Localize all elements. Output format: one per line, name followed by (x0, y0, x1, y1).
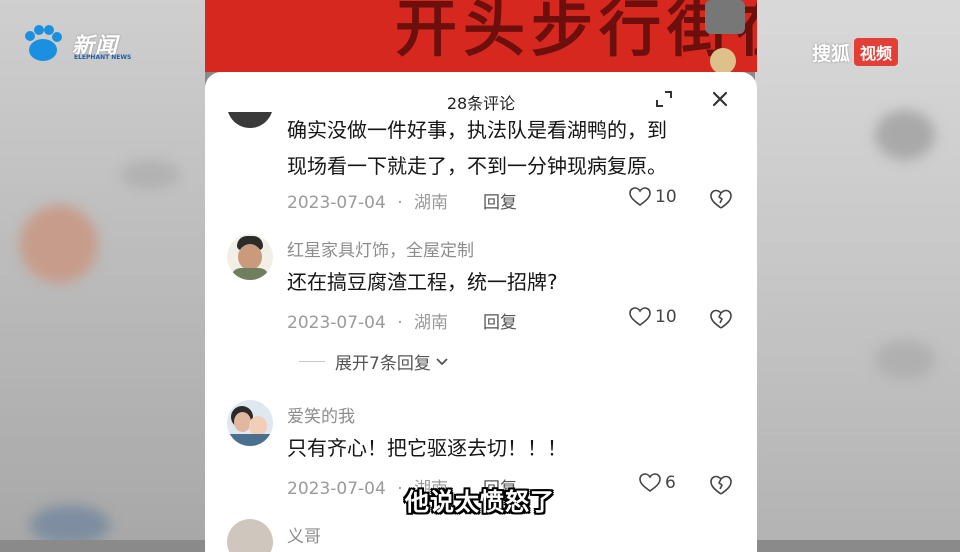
heart-icon (629, 187, 651, 206)
close-icon[interactable] (709, 88, 731, 110)
video-headline: 开头步行街在西 (395, 0, 757, 65)
comment-text-line: 还在搞豆腐渣工程，统一招牌? (287, 270, 558, 294)
comments-sheet: 28条评论 确实没做一件好事，执法队是看湖鸭的，到 现场看一下就走了，不到一分钟… (205, 72, 757, 552)
comment-text-line: 现场看一下就走了，不到一分钟现病复原。 (287, 154, 667, 178)
comment-meta: 2023-07-04 · 湖南 (287, 308, 448, 333)
sohu-brand-text: 搜狐 (812, 42, 851, 65)
video-frame-top: 开头步行街在西 (205, 0, 757, 72)
expand-replies-button[interactable]: 展开7条回复 (299, 349, 449, 374)
video-subtitle: 他说太愤怒了 (405, 488, 555, 516)
like-button[interactable]: 10 (629, 307, 677, 327)
logo-english-text: ELEPHANT NEWS (74, 54, 132, 61)
chevron-down-icon (436, 357, 448, 365)
meta-separator: · (397, 193, 403, 213)
avatar[interactable] (227, 234, 273, 280)
comment-username[interactable]: 爱笑的我 (287, 402, 355, 427)
comment-location: 湖南 (414, 193, 449, 213)
like-button[interactable]: 10 (629, 187, 677, 207)
background-right-blur (755, 0, 960, 540)
background-left-blur (0, 0, 205, 540)
heart-icon (629, 307, 651, 326)
avatar[interactable] (227, 519, 273, 552)
paw-logo-icon (25, 25, 62, 61)
reply-button[interactable]: 回复 (483, 308, 517, 333)
sohu-video-logo: 搜狐 视频 (812, 38, 899, 66)
expand-icon[interactable] (653, 88, 675, 110)
comment-location: 湖南 (414, 313, 449, 333)
broken-heart-icon[interactable] (709, 307, 733, 331)
comment-username[interactable]: 红星家具灯饰，全屋定制 (287, 236, 474, 261)
expand-replies-label: 展开7条回复 (335, 354, 431, 374)
like-count: 10 (655, 307, 677, 327)
reply-button[interactable]: 回复 (483, 188, 517, 213)
comment-text-line: 确实没做一件好事，执法队是看湖鸭的，到 (287, 118, 667, 142)
elephant-news-logo: 新闻 ELEPHANT NEWS (22, 22, 182, 68)
expand-divider (299, 361, 325, 362)
comment-date: 2023-07-04 (287, 193, 386, 213)
meta-separator: · (397, 313, 403, 333)
video-badge: 视频 (854, 38, 899, 66)
broken-heart-icon[interactable] (709, 187, 733, 211)
comment-meta: 2023-07-04 · 湖南 (287, 188, 448, 213)
comment-date: 2023-07-04 (287, 313, 386, 333)
like-count: 10 (655, 187, 677, 207)
avatar[interactable] (227, 400, 273, 446)
comment-text-line: 只有齐心！把它驱逐去切！！！ (287, 436, 567, 460)
comment-username[interactable]: 义哥 (287, 522, 321, 547)
